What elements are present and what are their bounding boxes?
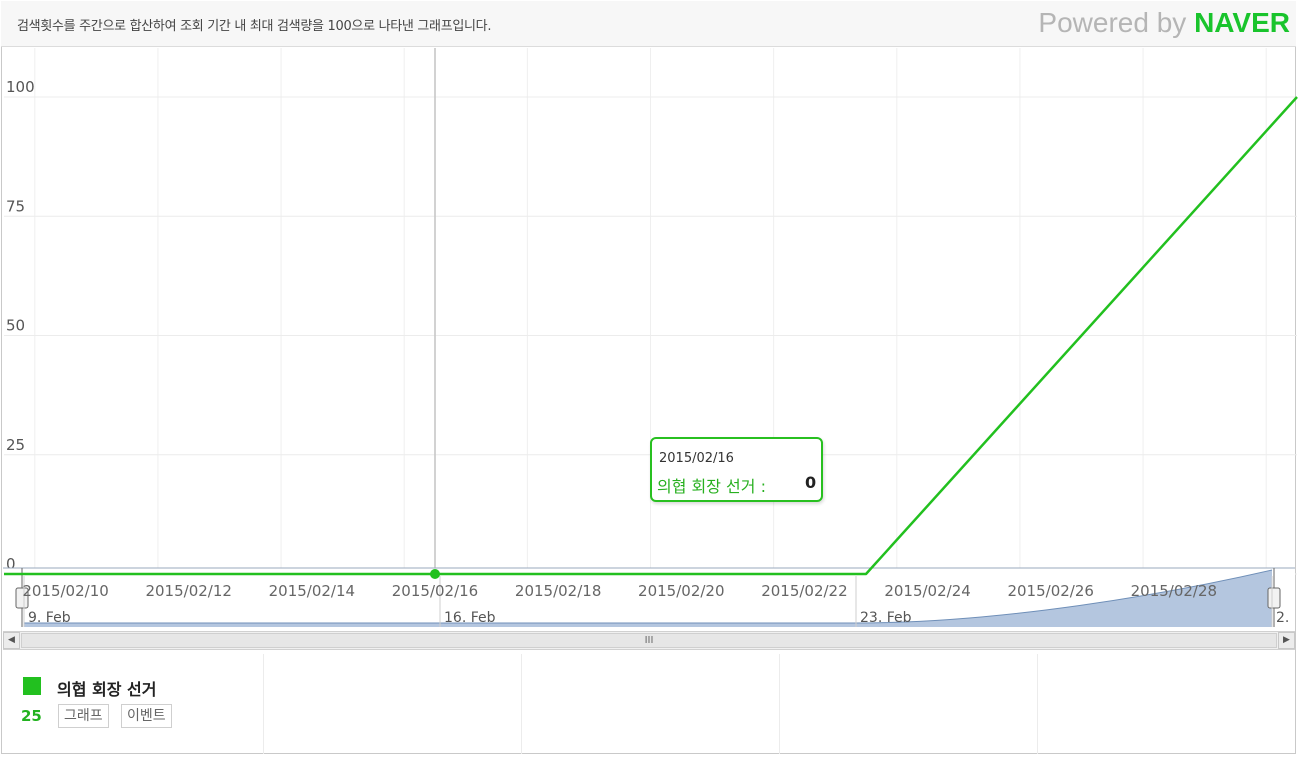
scrollbar-thumb[interactable]: III	[21, 633, 1277, 648]
x-tick-label: 2015/02/10	[22, 582, 108, 600]
graph-button[interactable]: 그래프	[58, 704, 109, 728]
tooltip-value: 0	[805, 473, 817, 492]
legend-panel: 의협 회장 선거 25 그래프 이벤트	[1, 654, 1296, 754]
tooltip-date: 2015/02/16	[659, 451, 734, 466]
data-point	[430, 569, 440, 579]
x-tick-label: 2015/02/14	[269, 582, 355, 600]
legend-column-divider	[1037, 654, 1038, 754]
legend-keyword: 의협 회장 선거	[57, 680, 157, 699]
trend-chart[interactable]: 0 25 50 75 100 9. Feb 16. Feb 23. Feb 2. 2015/02/…	[0, 0, 1298, 632]
navigator-date-label: 16. Feb	[444, 610, 496, 626]
y-tick-label: 50	[6, 317, 25, 335]
x-tick-label: 2015/02/24	[884, 582, 970, 600]
x-tick-label: 2015/02/20	[638, 582, 724, 600]
navigator-right-handle	[1267, 587, 1281, 609]
x-tick-label: 2015/02/28	[1131, 582, 1217, 600]
scroll-left-arrow-icon[interactable]: ◀	[3, 632, 20, 649]
legend-column-divider	[263, 654, 264, 754]
chart-scrollbar[interactable]: ◀ III ▶	[3, 631, 1295, 650]
legend-value: 25	[21, 707, 42, 725]
x-tick-label: 2015/02/26	[1007, 582, 1093, 600]
legend-column-divider	[779, 654, 780, 754]
tooltip: 2015/02/16 의협 회장 선거 : 0	[650, 437, 823, 502]
navigator-date-label: 23. Feb	[860, 610, 912, 626]
tooltip-series-name: 의협 회장 선거 :	[657, 477, 766, 496]
navigator-date-label: 2.	[1276, 610, 1289, 626]
y-tick-label: 100	[6, 78, 35, 96]
legend-column-divider	[521, 654, 522, 754]
x-tick-label: 2015/02/18	[515, 582, 601, 600]
y-tick-label: 75	[6, 197, 25, 215]
x-tick-label: 2015/02/12	[145, 582, 231, 600]
legend-color-swatch	[23, 677, 41, 695]
navigator-date-label: 9. Feb	[28, 610, 71, 626]
x-tick-label: 2015/02/22	[761, 582, 847, 600]
event-button[interactable]: 이벤트	[121, 704, 172, 728]
y-tick-label: 25	[6, 436, 25, 454]
scroll-right-arrow-icon[interactable]: ▶	[1278, 632, 1295, 649]
x-tick-label: 2015/02/16	[392, 582, 478, 600]
